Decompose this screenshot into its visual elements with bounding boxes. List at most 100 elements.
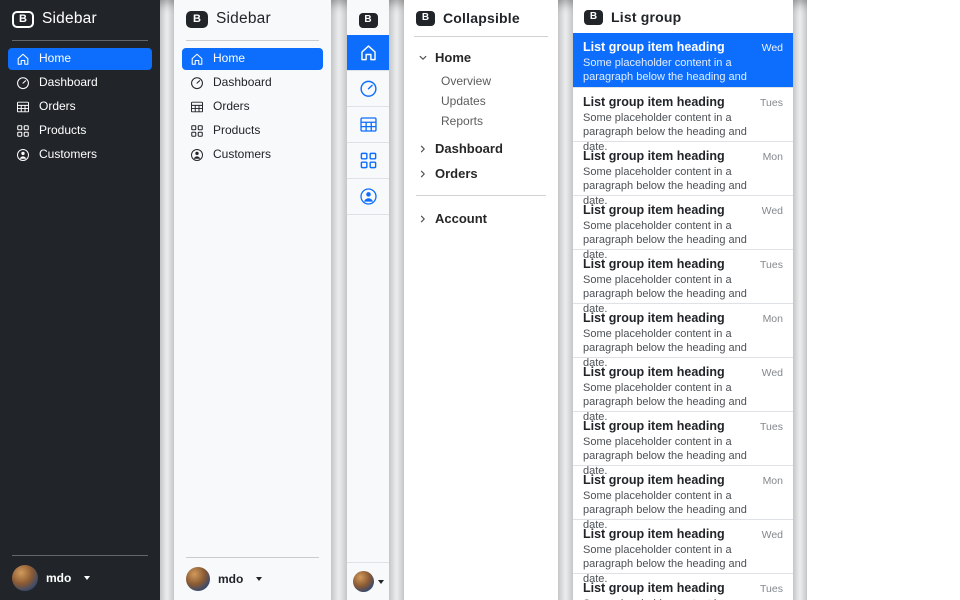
user-dropdown[interactable] [347, 562, 389, 600]
list-group-item[interactable]: List group item headingMon Some placehol… [573, 141, 793, 195]
sidebar-item-label: Dashboard [213, 76, 272, 89]
submenu-item-overview[interactable]: Overview [441, 71, 550, 90]
list-item: Reports [441, 111, 550, 130]
user-dropdown[interactable]: mdo [0, 556, 160, 600]
table-icon [190, 100, 204, 114]
nav-group-dashboard: Dashboard [412, 136, 550, 161]
toggle-orders-button[interactable]: Orders [412, 161, 484, 186]
speedometer-icon [16, 76, 30, 90]
sidebar-icon-dashboard[interactable] [347, 71, 389, 107]
icon-sidebar-nav [347, 35, 389, 215]
item-heading: List group item heading [583, 473, 725, 487]
submenu-item-reports[interactable]: Reports [441, 111, 550, 130]
chevron-right-icon [418, 169, 428, 179]
caret-down-icon [378, 580, 384, 584]
chevron-right-icon [418, 214, 428, 224]
list-group-item[interactable]: List group item headingTues Some placeho… [573, 87, 793, 141]
icon-sidebar-brand-link[interactable]: B [359, 0, 378, 35]
user-dropdown[interactable]: mdo [174, 558, 331, 600]
sidebar-item-label: Customers [213, 148, 271, 161]
light-sidebar: B Sidebar Home Dashboard Orders Products [174, 0, 331, 600]
home-submenu: Overview Updates Reports [412, 70, 550, 136]
sidebar-icon-products[interactable] [347, 143, 389, 179]
light-sidebar-brand-link[interactable]: B Sidebar [174, 0, 331, 38]
chevron-right-icon [418, 144, 428, 154]
speedometer-icon [359, 79, 378, 98]
bootstrap-logo-icon: B [12, 11, 34, 28]
caret-down-icon [256, 577, 262, 581]
list-group-item[interactable]: List group item headingTues Some placeho… [573, 411, 793, 465]
sidebar-item-label: Products [213, 124, 260, 137]
sidebar-item-products[interactable]: Products [8, 120, 152, 142]
sidebar-item-orders[interactable]: Orders [8, 96, 152, 118]
list-group-item[interactable]: List group item headingWed Some placehol… [573, 33, 793, 87]
nav-group-label: Orders [435, 166, 478, 181]
speedometer-icon [190, 76, 204, 90]
dark-sidebar-title: Sidebar [42, 10, 97, 28]
house-icon [16, 52, 30, 66]
submenu-item-updates[interactable]: Updates [441, 91, 550, 110]
dark-sidebar: B Sidebar Home Dashboard Orders Products [0, 0, 160, 600]
avatar [353, 571, 374, 592]
person-circle-icon [16, 148, 30, 162]
sidebar-item-dashboard[interactable]: Dashboard [182, 72, 323, 94]
example-divider [558, 0, 573, 600]
sidebar-item-home[interactable]: Home [182, 48, 323, 70]
list-group-item[interactable]: List group item headingMon Some placehol… [573, 465, 793, 519]
list-group-item[interactable]: List group item headingWed Some placehol… [573, 357, 793, 411]
list-group-item[interactable]: List group item headingTues Some placeho… [573, 249, 793, 303]
list-item: Updates [441, 91, 550, 110]
item-day: Mon [763, 475, 783, 487]
item-heading: List group item heading [583, 257, 725, 271]
light-sidebar-title: Sidebar [216, 10, 271, 28]
list-group-item[interactable]: List group item headingTues Some placeho… [573, 573, 793, 600]
sidebar-item-dashboard[interactable]: Dashboard [8, 72, 152, 94]
sidebar-icon-orders[interactable] [347, 107, 389, 143]
bootstrap-logo-icon: B [186, 11, 208, 28]
sidebar-item-label: Home [213, 52, 245, 65]
sidebar-item-products[interactable]: Products [182, 120, 323, 142]
list-group-item[interactable]: List group item headingWed Some placehol… [573, 519, 793, 573]
spacer [174, 166, 331, 557]
toggle-home-button[interactable]: Home [412, 45, 477, 70]
list-group-brand-link[interactable]: B List group [573, 0, 793, 33]
empty-area [807, 0, 960, 600]
list-group-item[interactable]: List group item headingMon Some placehol… [573, 303, 793, 357]
bootstrap-logo-icon: B [416, 11, 435, 26]
sidebar-item-customers[interactable]: Customers [182, 144, 323, 166]
divider-line [186, 40, 319, 41]
sidebar-item-customers[interactable]: Customers [8, 144, 152, 166]
collapsible-brand-link[interactable]: B Collapsible [404, 0, 558, 36]
item-day: Tues [760, 421, 783, 433]
spacer [0, 166, 160, 555]
caret-down-icon [84, 576, 90, 580]
nav-group-label: Home [435, 50, 471, 65]
example-divider [160, 0, 174, 600]
sidebar-icon-customers[interactable] [347, 179, 389, 215]
sidebar-item-label: Orders [39, 100, 76, 113]
collapsible-sidebar: B Collapsible Home Overview Updates Repo… [404, 0, 558, 600]
item-heading: List group item heading [583, 527, 725, 541]
grid-icon [359, 151, 378, 170]
item-heading: List group item heading [583, 95, 725, 109]
nav-group-home: Home Overview Updates Reports [412, 45, 550, 136]
item-day: Wed [762, 205, 783, 217]
bootstrap-logo-icon: B [584, 10, 603, 25]
dark-sidebar-brand-link[interactable]: B Sidebar [0, 0, 160, 38]
grid-icon [190, 124, 204, 138]
item-heading: List group item heading [583, 365, 725, 379]
item-heading: List group item heading [583, 419, 725, 433]
toggle-account-button[interactable]: Account [412, 206, 493, 231]
item-day: Mon [763, 151, 783, 163]
sidebar-item-label: Customers [39, 148, 97, 161]
item-day: Wed [762, 367, 783, 379]
sidebar-icon-home[interactable] [347, 35, 389, 71]
toggle-dashboard-button[interactable]: Dashboard [412, 136, 509, 161]
list-group-title: List group [611, 9, 681, 25]
example-divider [331, 0, 347, 600]
sidebar-item-orders[interactable]: Orders [182, 96, 323, 118]
list-group-item[interactable]: List group item headingWed Some placehol… [573, 195, 793, 249]
collapsible-title: Collapsible [443, 10, 520, 26]
sidebar-item-home[interactable]: Home [8, 48, 152, 70]
dark-sidebar-nav: Home Dashboard Orders Products Customers [0, 48, 160, 166]
